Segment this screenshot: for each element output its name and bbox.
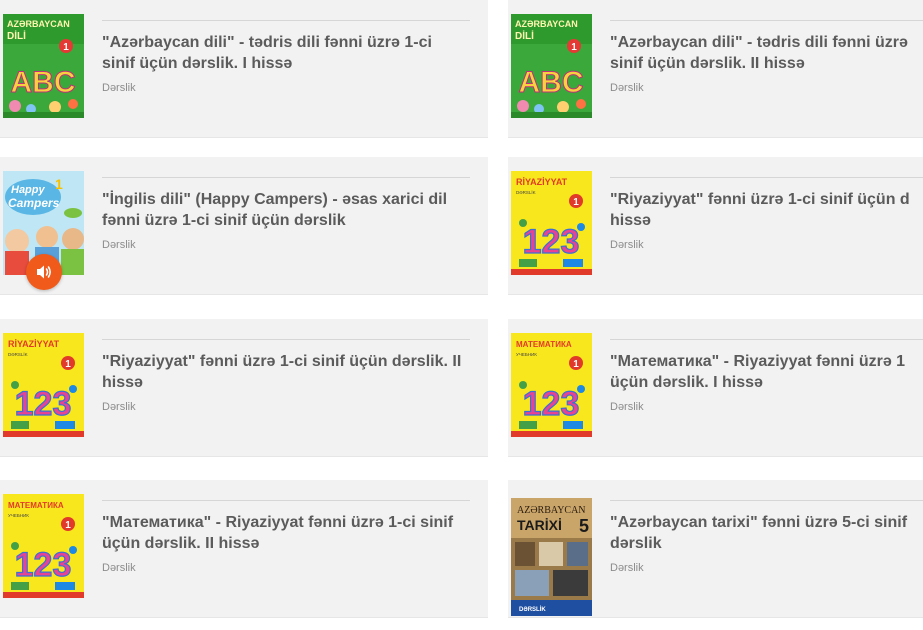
book-grid: AZƏRBAYCAN DİLİ 1 ABC "Azərbaycan dili" …	[0, 0, 923, 630]
book-category: Dərslik	[610, 401, 644, 413]
cover-numbers: 123	[523, 223, 580, 261]
book-title-line: üçün dərslik. II hissə	[102, 535, 260, 552]
book-category: Dərslik	[610, 239, 644, 251]
book-title-link[interactable]: "Riyaziyyat" fənni üzrə 1-ci sinif üçün …	[102, 351, 462, 393]
book-title-line: hissə	[102, 374, 143, 391]
separator-line	[610, 500, 923, 501]
cover-badge: 5	[579, 516, 589, 536]
book-title-link[interactable]: "Riyaziyyat" fənni üzrə 1-ci sinif üçün …	[610, 189, 923, 231]
cover-badge: 1	[65, 520, 71, 531]
book-title-link[interactable]: "Математика" - Riyaziyyat fənni üzrə 1-c…	[102, 512, 462, 554]
book-cover-image[interactable]: RİYAZİYYAT DƏRSLİK 1 123	[3, 333, 84, 437]
book-title-line: "İngilis dili" (Happy Campers) - əsas xa…	[102, 191, 448, 208]
book-title-line: dərslik	[610, 535, 662, 552]
audio-play-button[interactable]	[26, 254, 62, 290]
book-category: Dərslik	[610, 82, 644, 94]
cover-badge: 1	[571, 42, 577, 53]
separator-line	[102, 500, 470, 501]
book-category: Dərslik	[102, 401, 136, 413]
book-title-line: "Riyaziyyat" fənni üzrə 1-ci sinif üçün …	[610, 191, 910, 208]
separator-line	[102, 339, 470, 340]
book-card[interactable]: RİYAZİYYAT DƏRSLİK 1 123 "Riyaziyyat" fə…	[508, 157, 923, 295]
book-card[interactable]: AZƏRBAYCAN DİLİ 1 ABC "Azərbaycan dili" …	[508, 0, 923, 138]
book-title-line: fənni üzrə 1-ci sinif üçün dərslik	[102, 212, 346, 229]
cover-title-2: УЧЕБНИК	[516, 352, 537, 357]
separator-line	[102, 177, 470, 178]
cover-title-2: Campers	[8, 196, 60, 210]
book-cover-image[interactable]: МАТЕМАТИКА УЧЕБНИК 1 123	[3, 494, 84, 598]
cover-numbers: 123	[523, 385, 580, 423]
cover-title-2: УЧЕБНИК	[8, 513, 29, 518]
book-title-line: sinif üçün dərslik. I hissə	[102, 55, 293, 72]
separator-line	[610, 20, 923, 21]
book-title-line: "Математика" - Riyaziyyat fənni üzrə 1-c…	[102, 514, 454, 531]
book-category: Dərslik	[102, 562, 136, 574]
cover-title-1: МАТЕМАТИКА	[516, 340, 572, 349]
separator-line	[102, 20, 470, 21]
book-title-line: "Математика" - Riyaziyyat fənni üzrə 1	[610, 353, 906, 370]
book-category: Dərslik	[610, 562, 644, 574]
book-title-link[interactable]: "Azərbaycan dili" - tədris dili fənni üz…	[102, 32, 462, 74]
separator-line	[610, 339, 923, 340]
book-cover-image[interactable]: МАТЕМАТИКА УЧЕБНИК 1 123	[511, 333, 592, 437]
cover-badge: 1	[55, 176, 63, 192]
book-title-line: "Azərbaycan dili" - tədris dili fənni üz…	[102, 34, 432, 51]
cover-title-2: DİLİ	[515, 29, 534, 42]
book-title-line: üçün dərslik. I hissə	[610, 374, 763, 391]
cover-letters: ABC	[11, 66, 76, 99]
book-title-line: "Riyaziyyat" fənni üzrə 1-ci sinif üçün …	[102, 353, 462, 370]
cover-label: DƏRSLİK	[519, 606, 546, 613]
cover-title-1: RİYAZİYYAT	[516, 177, 568, 187]
cover-numbers: 123	[15, 385, 72, 423]
cover-letters: ABC	[519, 66, 584, 99]
cover-title-1: RİYAZİYYAT	[8, 339, 60, 349]
book-title-link[interactable]: "Azərbaycan dili" - tədris dili fənni üz…	[610, 32, 923, 74]
cover-numbers: 123	[15, 546, 72, 584]
book-title-line: sinif üçün dərslik. II hissə	[610, 55, 805, 72]
book-cover-image[interactable]: RİYAZİYYAT DƏRSLİK 1 123	[511, 171, 592, 275]
cover-badge: 1	[573, 359, 579, 370]
book-cover-image[interactable]: AZƏRBAYCAN TARİXİ 5 DƏRSLİK	[511, 498, 592, 616]
book-card[interactable]: МАТЕМАТИКА УЧЕБНИК 1 123 "Математика" - …	[508, 319, 923, 457]
cover-title-2: DƏRSLİK	[8, 351, 28, 357]
book-card[interactable]: Happy Campers 1 "İngilis dili" (Happy Ca…	[0, 157, 488, 295]
book-title-line: hissə	[610, 212, 651, 229]
book-cover-image[interactable]: AZƏRBAYCAN DİLİ 1 ABC	[3, 14, 84, 118]
book-card[interactable]: AZƏRBAYCAN TARİXİ 5 DƏRSLİK "Azərbaycan …	[508, 480, 923, 618]
book-title-line: "Azərbaycan dili" - tədris dili fənni üz…	[610, 34, 908, 51]
book-category: Dərslik	[102, 239, 136, 251]
speaker-icon	[37, 265, 51, 279]
cover-title-1: МАТЕМАТИКА	[8, 501, 64, 510]
cover-title-1: Happy	[11, 184, 46, 196]
book-cover-image[interactable]: AZƏRBAYCAN DİLİ 1 ABC	[511, 14, 592, 118]
separator-line	[610, 177, 923, 178]
book-card[interactable]: МАТЕМАТИКА УЧЕБНИК 1 123 "Математика" - …	[0, 480, 488, 618]
cover-badge: 1	[573, 197, 579, 208]
cover-title-1: AZƏRBAYCAN	[517, 505, 586, 516]
book-title-line: "Azərbaycan tarixi" fənni üzrə 5-ci sini…	[610, 514, 908, 531]
cover-badge: 1	[63, 42, 69, 53]
book-title-link[interactable]: "İngilis dili" (Happy Campers) - əsas xa…	[102, 189, 462, 231]
book-title-link[interactable]: "Azərbaycan tarixi" fənni üzrə 5-ci sini…	[610, 512, 923, 554]
cover-badge: 1	[65, 359, 71, 370]
book-category: Dərslik	[102, 82, 136, 94]
book-card[interactable]: AZƏRBAYCAN DİLİ 1 ABC "Azərbaycan dili" …	[0, 0, 488, 138]
cover-title-2: DƏRSLİK	[516, 189, 536, 195]
cover-title-1: AZƏRBAYCAN	[515, 19, 578, 29]
book-card[interactable]: RİYAZİYYAT DƏRSLİK 1 123 "Riyaziyyat" fə…	[0, 319, 488, 457]
cover-title-2: DİLİ	[7, 29, 26, 42]
book-title-link[interactable]: "Математика" - Riyaziyyat fənni üzrə 1 üç…	[610, 351, 923, 393]
cover-title-2: TARİXİ	[517, 517, 562, 533]
cover-title-1: AZƏRBAYCAN	[7, 19, 70, 29]
